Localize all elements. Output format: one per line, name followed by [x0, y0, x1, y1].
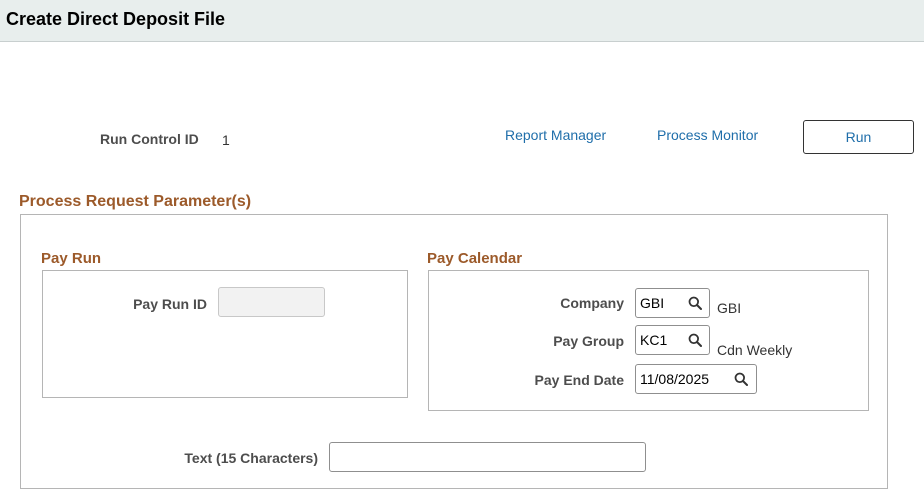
pay-end-date-label: Pay End Date: [534, 372, 624, 388]
pay-run-title: Pay Run: [41, 250, 102, 267]
text-field-label: Text (15 Characters): [184, 450, 318, 466]
process-monitor-link[interactable]: Process Monitor: [657, 127, 758, 143]
pay-run-id-input[interactable]: [218, 287, 325, 317]
company-description: GBI: [717, 300, 742, 316]
page-header: Create Direct Deposit File: [0, 0, 924, 42]
pay-run-id-label: Pay Run ID: [133, 296, 207, 312]
company-label: Company: [560, 295, 624, 311]
run-button[interactable]: Run: [803, 120, 914, 154]
pay-group-description: Cdn Weekly: [717, 342, 793, 358]
pay-calendar-title: Pay Calendar: [427, 250, 523, 267]
company-input[interactable]: GBI: [635, 288, 710, 318]
company-search-icon[interactable]: [688, 296, 702, 310]
page-title: Create Direct Deposit File: [6, 9, 226, 29]
pay-group-search-icon[interactable]: [688, 333, 702, 347]
pay-group-label: Pay Group: [553, 333, 624, 349]
pay-end-date-search-icon[interactable]: [734, 372, 748, 386]
pay-end-date-value: 11/08/2025: [640, 371, 710, 387]
process-request-parameters-title: Process Request Parameter(s): [19, 193, 252, 210]
pay-end-date-input[interactable]: 11/08/2025: [635, 364, 757, 394]
pay-group-value: KC1: [640, 332, 668, 348]
pay-group-input[interactable]: KC1: [635, 325, 710, 355]
run-control-id-value: 1: [222, 132, 230, 148]
company-value: GBI: [640, 295, 665, 311]
report-manager-link[interactable]: Report Manager: [505, 127, 606, 143]
text-input[interactable]: [329, 442, 646, 472]
run-control-id-label: Run Control ID: [100, 131, 199, 147]
